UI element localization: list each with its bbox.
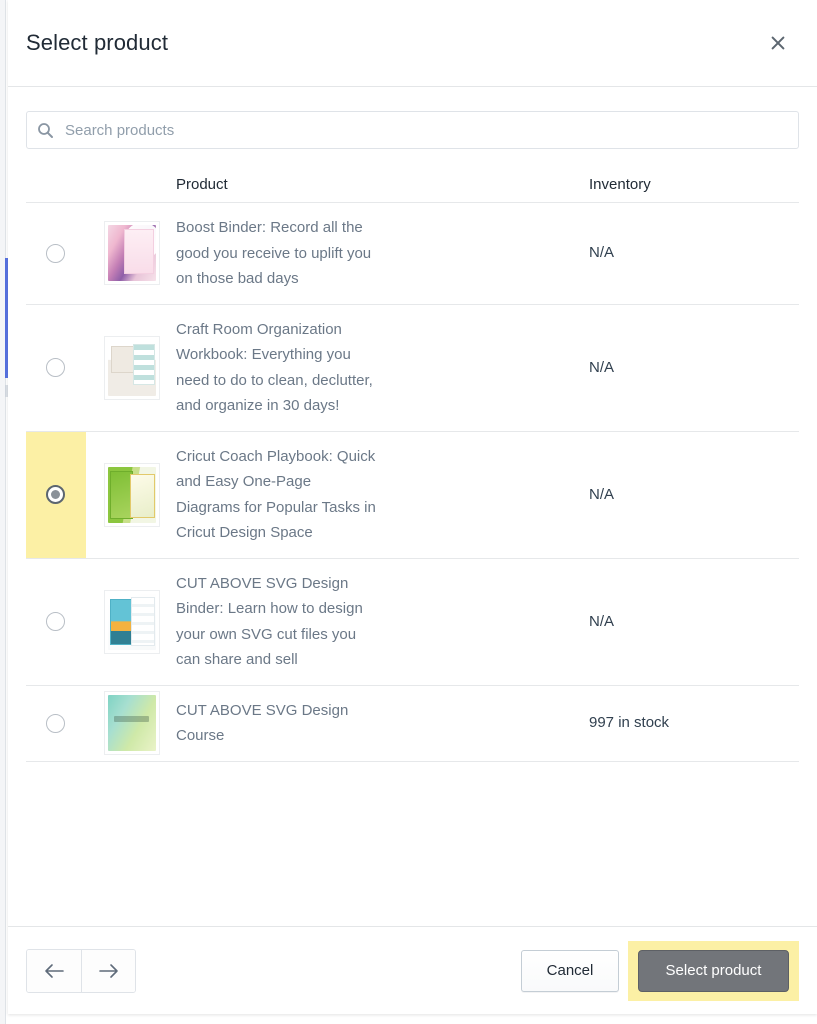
thumbnail-art: [108, 339, 156, 396]
row-inventory-cell: N/A: [589, 359, 799, 377]
table-row[interactable]: CUT ABOVE SVG Design Course 997 in stock: [26, 686, 799, 762]
select-product-modal: Select product Search products Product I…: [8, 0, 817, 1014]
thumbnail-art: [108, 695, 156, 751]
background-page-edge: [0, 0, 6, 1024]
inventory-value: N/A: [589, 358, 615, 376]
row-thumbnail-cell: [86, 221, 176, 286]
modal-body: Product Inventory Boost Binder: Record a…: [8, 87, 817, 926]
product-name: Cricut Coach Playbook: Quick and Easy On…: [176, 447, 376, 542]
product-thumbnail: [104, 691, 160, 755]
table-row[interactable]: CUT ABOVE SVG Design Binder: Learn how t…: [26, 559, 799, 686]
row-inventory-cell: N/A: [589, 486, 799, 504]
table-header-row: Product Inventory: [26, 167, 799, 203]
product-name: Boost Binder: Record all the good you re…: [176, 219, 372, 287]
row-inventory-cell: N/A: [589, 613, 799, 631]
row-inventory-cell: 997 in stock: [589, 714, 799, 732]
product-thumbnail: [104, 221, 160, 286]
close-icon-glyph: [771, 36, 785, 50]
row-select-cell[interactable]: [26, 686, 86, 761]
radio-button-selected[interactable]: [46, 485, 65, 504]
column-header-inventory: Inventory: [589, 176, 651, 193]
row-thumbnail-cell: [86, 589, 176, 654]
row-name-cell: CUT ABOVE SVG Design Binder: Learn how t…: [176, 559, 589, 685]
product-table: Product Inventory Boost Binder: Record a…: [26, 167, 799, 762]
inventory-value: 997 in stock: [589, 714, 670, 731]
screen: Select product Search products Product I…: [0, 0, 817, 1024]
row-name-cell: Cricut Coach Playbook: Quick and Easy On…: [176, 432, 589, 558]
search-section: [8, 87, 817, 149]
row-name-cell: Boost Binder: Record all the good you re…: [176, 203, 589, 304]
column-header-product: Product: [176, 176, 228, 193]
table-row[interactable]: Craft Room Organization Workbook: Everyt…: [26, 305, 799, 432]
radio-button[interactable]: [46, 612, 65, 631]
radio-button[interactable]: [46, 243, 65, 263]
thumbnail-art: [108, 225, 156, 282]
search-icon: [37, 122, 54, 139]
product-thumbnail: [104, 462, 160, 527]
inventory-value: N/A: [589, 244, 615, 262]
cancel-button[interactable]: Cancel: [521, 949, 619, 992]
modal-footer: Cancel Select product: [8, 926, 817, 1014]
row-thumbnail-cell: [86, 335, 176, 400]
row-name-cell: Craft Room Organization Workbook: Everyt…: [176, 305, 589, 431]
arrow-right-icon: [98, 963, 118, 978]
thumbnail-art: [108, 466, 156, 523]
product-thumbnail: [104, 589, 160, 654]
search-box[interactable]: [26, 111, 799, 149]
select-product-button[interactable]: Select product: [638, 949, 789, 992]
inventory-value: N/A: [589, 612, 615, 630]
product-name: CUT ABOVE SVG Design Course: [176, 701, 349, 745]
row-thumbnail-cell: [86, 462, 176, 527]
product-thumbnail: [104, 335, 160, 400]
table-row-selected[interactable]: Cricut Coach Playbook: Quick and Easy On…: [26, 431, 799, 559]
radio-button[interactable]: [46, 713, 65, 733]
row-select-cell-highlighted[interactable]: [26, 431, 86, 558]
modal-title: Select product: [26, 30, 169, 55]
row-select-cell[interactable]: [26, 203, 86, 304]
next-page-button[interactable]: [81, 949, 135, 992]
arrow-left-icon: [45, 963, 64, 978]
pagination-controls: [26, 948, 136, 993]
row-inventory-cell: N/A: [589, 244, 799, 262]
inventory-value: N/A: [589, 485, 615, 503]
product-name: CUT ABOVE SVG Design Binder: Learn how t…: [176, 574, 363, 669]
thumbnail-art: [108, 593, 156, 650]
select-product-highlight: Select product: [628, 940, 799, 1001]
row-name-cell: CUT ABOVE SVG Design Course: [176, 686, 589, 761]
table-row[interactable]: Boost Binder: Record all the good you re…: [26, 203, 799, 305]
row-select-cell[interactable]: [26, 305, 86, 431]
row-thumbnail-cell: [86, 691, 176, 755]
previous-page-button[interactable]: [27, 949, 81, 992]
row-select-cell[interactable]: [26, 559, 86, 685]
modal-header: Select product: [8, 0, 817, 87]
search-icon-glyph: [38, 122, 53, 138]
search-input[interactable]: [63, 120, 788, 140]
product-name: Craft Room Organization Workbook: Everyt…: [176, 320, 373, 415]
radio-button[interactable]: [46, 358, 65, 377]
close-icon[interactable]: [761, 26, 795, 60]
